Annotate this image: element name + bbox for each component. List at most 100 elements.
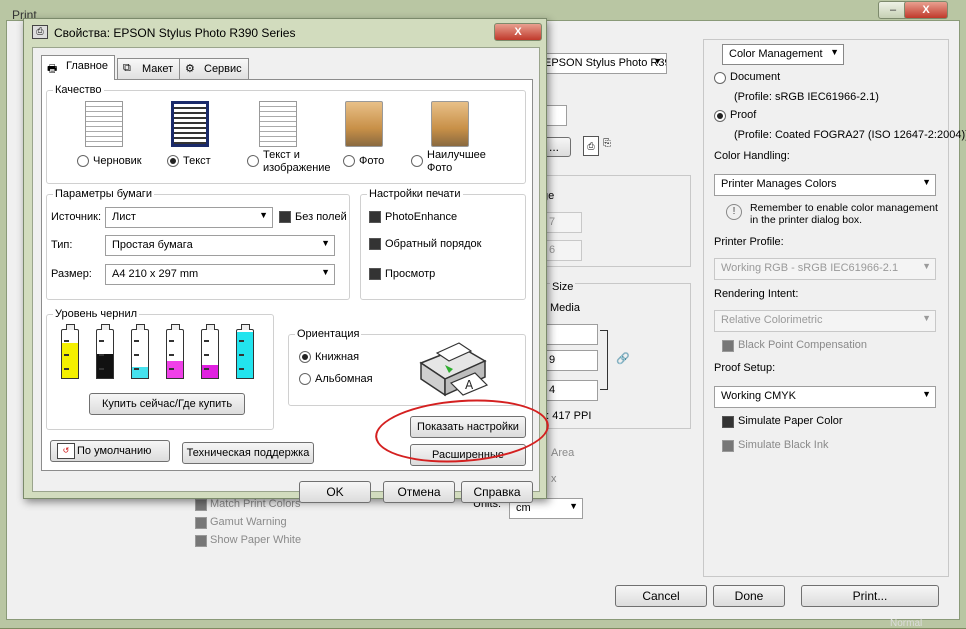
epson-caption-buttons: X (494, 23, 542, 41)
document-radio[interactable] (714, 72, 726, 84)
print-cancel-button[interactable]: Cancel (615, 585, 707, 607)
paper-size-select-value: A4 210 x 297 mm (112, 268, 199, 280)
text-doc-icon[interactable] (171, 101, 209, 147)
ink-scale (204, 340, 209, 370)
default-button[interactable]: ↺ По умолчанию (50, 440, 170, 462)
ink-scale (134, 340, 139, 370)
photoenhance-checkbox[interactable] (369, 211, 381, 223)
epson-close-button[interactable]: X (494, 23, 542, 41)
landscape-radio[interactable] (299, 373, 311, 385)
info-icon: ! (726, 204, 742, 220)
draft-doc-icon[interactable] (85, 101, 123, 147)
chevron-down-icon: ▼ (922, 389, 931, 399)
proof-profile: (Profile: Coated FOGRA27 (ISO 12647-2:20… (734, 129, 966, 141)
proof-setup-label: Proof Setup: (714, 362, 776, 374)
portrait-orient-icon[interactable]: ⎙ (583, 136, 599, 156)
ink-cartridge-3 (166, 324, 184, 379)
tab-service-label: Сервис (204, 63, 242, 75)
buy-ink-button[interactable]: Купить сейчас/Где купить (89, 393, 245, 415)
ink-scale (99, 340, 104, 370)
rendering-intent-select[interactable]: Relative Colorimetric ▼ (714, 310, 936, 332)
preview-label: Просмотр (385, 268, 436, 280)
simulate-paper-color-checkbox[interactable] (722, 416, 734, 428)
color-management-panel: Color Management ▼ Document (Profile: sRG… (703, 39, 966, 577)
ink-cartridge-0 (61, 324, 79, 379)
quality-radio-0[interactable] (77, 155, 89, 167)
show-paper-white-label: Show Paper White (210, 534, 302, 546)
chevron-down-icon: ▼ (321, 238, 330, 248)
tab-main[interactable]: 🖶 Главное (41, 55, 116, 80)
ink-cartridge-1 (96, 324, 114, 379)
orientation-group: Ориентация Книжная Альбомная A (288, 328, 526, 406)
quality-label-0: Черновик (93, 155, 142, 167)
link-icon[interactable]: 🔗 (616, 352, 630, 365)
quality-radio-3[interactable] (343, 155, 355, 167)
left-input[interactable]: 6 (542, 240, 582, 261)
close-button[interactable]: X (904, 1, 948, 19)
color-handling-select[interactable]: Printer Manages Colors ▼ (714, 174, 936, 196)
gamut-warning-checkbox[interactable] (195, 517, 207, 529)
chevron-down-icon: ▼ (922, 313, 931, 323)
scaled-size-title: Size (550, 281, 576, 293)
ink-cap (66, 324, 75, 330)
print-print-button[interactable]: Print... (801, 585, 939, 607)
reverse-order-checkbox[interactable] (369, 238, 381, 250)
black-point-compensation-checkbox[interactable] (722, 340, 734, 352)
portrait-radio[interactable] (299, 351, 311, 363)
tab-service[interactable]: ⚙ Сервис (179, 58, 249, 79)
top-input[interactable]: 7 (542, 212, 582, 233)
default-button-label: По умолчанию (77, 445, 152, 457)
help-button[interactable]: Справка (461, 481, 533, 503)
quality-label-4-line0: Наилучшее (427, 149, 486, 161)
ink-cartridge-2 (131, 324, 149, 379)
quality-label-1: Текст (183, 155, 211, 167)
ink-cap (171, 324, 180, 330)
printer-icon: 🖶 (47, 63, 58, 75)
proof-radio[interactable] (714, 110, 726, 122)
photo-icon[interactable] (345, 101, 383, 147)
printer-select[interactable]: EPSON Stylus Photo R390...▼ (537, 53, 667, 74)
print-done-button[interactable]: Done (713, 585, 785, 607)
quality-radio-1[interactable] (167, 155, 179, 167)
paper-settings-group: Параметры бумаги Источник: Лист ▼ Без пол… (46, 188, 350, 300)
link-bracket (600, 330, 608, 390)
ink-levels-bars (61, 323, 271, 379)
match-print-colors-checkbox[interactable] (195, 499, 207, 511)
quality-radio-4[interactable] (411, 155, 423, 167)
cancel-button[interactable]: Отмена (383, 481, 455, 503)
paper-size-select[interactable]: A4 210 x 297 mm ▼ (105, 264, 335, 285)
ink-levels-legend: Уровень чернил (53, 308, 140, 320)
best-photo-icon[interactable] (431, 101, 469, 147)
tech-support-button[interactable]: Техническая поддержка (182, 442, 314, 464)
chevron-down-icon: ▼ (653, 56, 662, 66)
source-label: Источник: (51, 211, 102, 223)
scale-input[interactable] (542, 324, 598, 345)
printer-profile-label: Printer Profile: (714, 236, 784, 248)
printer-profile-select[interactable]: Working RGB - sRGB IEC61966-2.1 ▼ (714, 258, 936, 280)
source-select[interactable]: Лист ▼ (105, 207, 273, 228)
media-label: Media (550, 302, 580, 314)
simulate-black-ink-label: Simulate Black Ink (738, 439, 829, 451)
text-image-doc-icon[interactable] (259, 101, 297, 147)
tab-main-label: Главное (66, 60, 109, 72)
landscape-orient-icon[interactable]: ⎘ (603, 138, 619, 154)
paper-type-select[interactable]: Простая бумага ▼ (105, 235, 335, 256)
chevron-down-icon: ▼ (922, 261, 931, 271)
chevron-down-icon: ▼ (922, 177, 931, 187)
document-profile: (Profile: sRGB IEC61966-2.1) (734, 91, 879, 103)
position-group: ge 7 6 (529, 175, 691, 267)
photoenhance-label: PhotoEnhance (385, 211, 458, 223)
height-input[interactable]: 9 (542, 350, 598, 371)
ink-cap (206, 324, 215, 330)
ok-button[interactable]: OK (299, 481, 371, 503)
show-paper-white-checkbox[interactable] (195, 535, 207, 547)
print-settings-group: Настройки печати PhotoEnhance Обратный п… (360, 188, 526, 300)
proof-setup-select[interactable]: Working CMYK ▼ (714, 386, 936, 408)
quality-radio-2[interactable] (247, 155, 259, 167)
width-input[interactable]: 4 (542, 380, 598, 401)
color-management-select[interactable]: Color Management ▼ (722, 44, 844, 65)
tab-layout[interactable]: ⧉ Макет (117, 58, 181, 79)
borderless-checkbox[interactable] (279, 211, 291, 223)
simulate-black-ink-checkbox[interactable] (722, 440, 734, 452)
preview-checkbox[interactable] (369, 268, 381, 280)
